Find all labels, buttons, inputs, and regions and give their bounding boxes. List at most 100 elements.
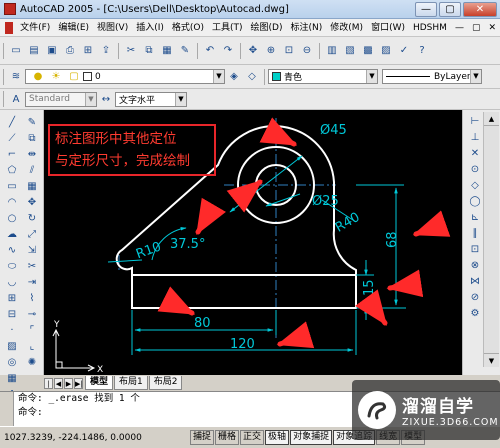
help-icon[interactable]: ? — [415, 44, 429, 58]
command-window-grip[interactable] — [0, 392, 14, 427]
offset-icon[interactable]: ⫽ — [24, 163, 40, 177]
osnap-toggle[interactable]: 对象捕捉 — [290, 430, 333, 445]
menu-tools[interactable]: 工具(T) — [208, 19, 247, 37]
hatch-icon[interactable]: ▨ — [4, 339, 20, 353]
open-file-icon[interactable]: ▤ — [27, 44, 41, 58]
move-icon[interactable]: ✥ — [24, 195, 40, 209]
tab-next-icon[interactable]: ▶ — [64, 377, 73, 389]
menu-draw[interactable]: 绘图(D) — [247, 19, 287, 37]
insert-block-icon[interactable]: ⊞ — [4, 291, 20, 305]
color-combo[interactable]: 青色 ▼ — [268, 69, 378, 84]
tab-layout1[interactable]: 布局1 — [114, 376, 148, 390]
fillet-icon[interactable]: ⌞ — [24, 339, 40, 353]
make-object-layer-current-icon[interactable]: ◈ — [227, 70, 241, 84]
snap-nearest-icon[interactable]: ⋈ — [467, 274, 483, 288]
menu-modify[interactable]: 修改(M) — [326, 19, 367, 37]
snap-intersection-icon[interactable]: ✕ — [467, 146, 483, 160]
new-file-icon[interactable]: ▭ — [9, 44, 23, 58]
pan-icon[interactable]: ✥ — [246, 44, 260, 58]
rotate-icon[interactable]: ↻ — [24, 211, 40, 225]
save-icon[interactable]: ▣ — [45, 44, 59, 58]
make-block-icon[interactable]: ⊟ — [4, 307, 20, 321]
point-icon[interactable]: · — [4, 323, 20, 337]
sheet-set-icon[interactable]: ▨ — [379, 44, 393, 58]
dim-style-combo[interactable]: 文字水平 ▼ — [115, 91, 187, 107]
drawing-area[interactable]: Ø45 Ø25 R40 R10 37.5° 68 15 80 120 Y X 标… — [44, 110, 462, 375]
table-icon[interactable]: ▦ — [4, 371, 20, 385]
text-style-combo[interactable]: Standard ▼ — [25, 91, 97, 107]
layer-manager-icon[interactable]: ≋ — [9, 70, 23, 84]
text-style-icon[interactable]: A — [9, 92, 23, 106]
snap-endpoint-icon[interactable]: ⊢ — [467, 114, 483, 128]
chevron-down-icon[interactable]: ▼ — [213, 70, 224, 83]
tab-first-icon[interactable]: |◀ — [44, 377, 53, 399]
construction-line-icon[interactable]: ⟋ — [4, 131, 20, 145]
coordinates-readout[interactable]: 1027.3239, -224.1486, 0.0000 — [0, 433, 190, 443]
snap-parallel-icon[interactable]: ∥ — [467, 226, 483, 240]
match-properties-icon[interactable]: ✎ — [178, 44, 192, 58]
chevron-down-icon[interactable]: ▼ — [175, 92, 186, 106]
minimize-button[interactable]: — — [415, 1, 437, 17]
doc-minimize-button[interactable]: — — [451, 19, 468, 37]
snap-midpoint-icon[interactable]: ⊥ — [467, 130, 483, 144]
snap-toggle[interactable]: 捕捉 — [190, 430, 215, 445]
snap-tangent-icon[interactable]: ◯ — [467, 194, 483, 208]
rectangle-icon[interactable]: ▭ — [4, 179, 20, 193]
tab-model[interactable]: 模型 — [85, 376, 114, 390]
cut-icon[interactable]: ✂ — [124, 44, 138, 58]
scroll-up-icon[interactable]: ▲ — [484, 112, 499, 126]
ellipse-icon[interactable]: ⬭ — [4, 259, 20, 273]
chevron-down-icon[interactable]: ▼ — [470, 70, 481, 83]
revision-cloud-icon[interactable]: ☁ — [4, 227, 20, 241]
trim-icon[interactable]: ✂ — [24, 259, 40, 273]
polygon-icon[interactable]: ⬠ — [4, 163, 20, 177]
doc-close-button[interactable]: ✕ — [484, 19, 500, 37]
snap-none-icon[interactable]: ⊘ — [467, 290, 483, 304]
snap-settings-icon[interactable]: ⚙ — [467, 306, 483, 320]
close-button[interactable]: ✕ — [463, 1, 497, 17]
join-icon[interactable]: ⊸ — [24, 307, 40, 321]
snap-quadrant-icon[interactable]: ◇ — [467, 178, 483, 192]
toolbar-grip[interactable] — [3, 42, 4, 59]
arc-icon[interactable]: ◠ — [4, 195, 20, 209]
doc-restore-button[interactable]: ▢ — [468, 19, 485, 37]
menu-window[interactable]: 窗口(W) — [367, 19, 409, 37]
tab-last-icon[interactable]: ▶| — [74, 377, 83, 389]
snap-perpendicular-icon[interactable]: ⊾ — [467, 210, 483, 224]
polyline-icon[interactable]: ⌐ — [4, 147, 20, 161]
ortho-toggle[interactable]: 正交 — [240, 430, 265, 445]
break-icon[interactable]: ⌇ — [24, 291, 40, 305]
menu-insert[interactable]: 插入(I) — [132, 19, 168, 37]
region-icon[interactable]: ◎ — [4, 355, 20, 369]
circle-icon[interactable]: ○ — [4, 211, 20, 225]
design-center-icon[interactable]: ▧ — [343, 44, 357, 58]
ellipse-arc-icon[interactable]: ◡ — [4, 275, 20, 289]
redo-icon[interactable]: ↷ — [221, 44, 235, 58]
copy-icon[interactable]: ⧉ — [142, 44, 156, 58]
array-icon[interactable]: ▦ — [24, 179, 40, 193]
menu-file[interactable]: 文件(F) — [16, 19, 54, 37]
menu-view[interactable]: 视图(V) — [93, 19, 132, 37]
dim-style-icon[interactable]: ↔ — [99, 92, 113, 106]
extend-icon[interactable]: ⇥ — [24, 275, 40, 289]
stretch-icon[interactable]: ⇲ — [24, 243, 40, 257]
chamfer-icon[interactable]: ⌜ — [24, 323, 40, 337]
copy-object-icon[interactable]: ⧉ — [24, 131, 40, 145]
menu-edit[interactable]: 编辑(E) — [54, 19, 93, 37]
linetype-combo[interactable]: ByLayer ▼ — [382, 69, 482, 84]
layer-previous-icon[interactable]: ◇ — [245, 70, 259, 84]
menu-dimension[interactable]: 标注(N) — [287, 19, 327, 37]
properties-icon[interactable]: ▥ — [325, 44, 339, 58]
tab-prev-icon[interactable]: ◀ — [54, 377, 63, 389]
grid-toggle[interactable]: 栅格 — [215, 430, 240, 445]
markup-icon[interactable]: ✓ — [397, 44, 411, 58]
scroll-down-icon[interactable]: ▼ — [484, 353, 499, 367]
scale-icon[interactable]: ⤢ — [24, 227, 40, 241]
explode-icon[interactable]: ✺ — [24, 355, 40, 369]
chevron-down-icon[interactable]: ▼ — [366, 70, 377, 83]
undo-icon[interactable]: ↶ — [203, 44, 217, 58]
line-icon[interactable]: ╱ — [4, 115, 20, 129]
menu-hdshm[interactable]: HDSHM — [409, 19, 451, 37]
print-icon[interactable]: ⎙ — [63, 44, 77, 58]
polar-toggle[interactable]: 极轴 — [265, 430, 290, 445]
